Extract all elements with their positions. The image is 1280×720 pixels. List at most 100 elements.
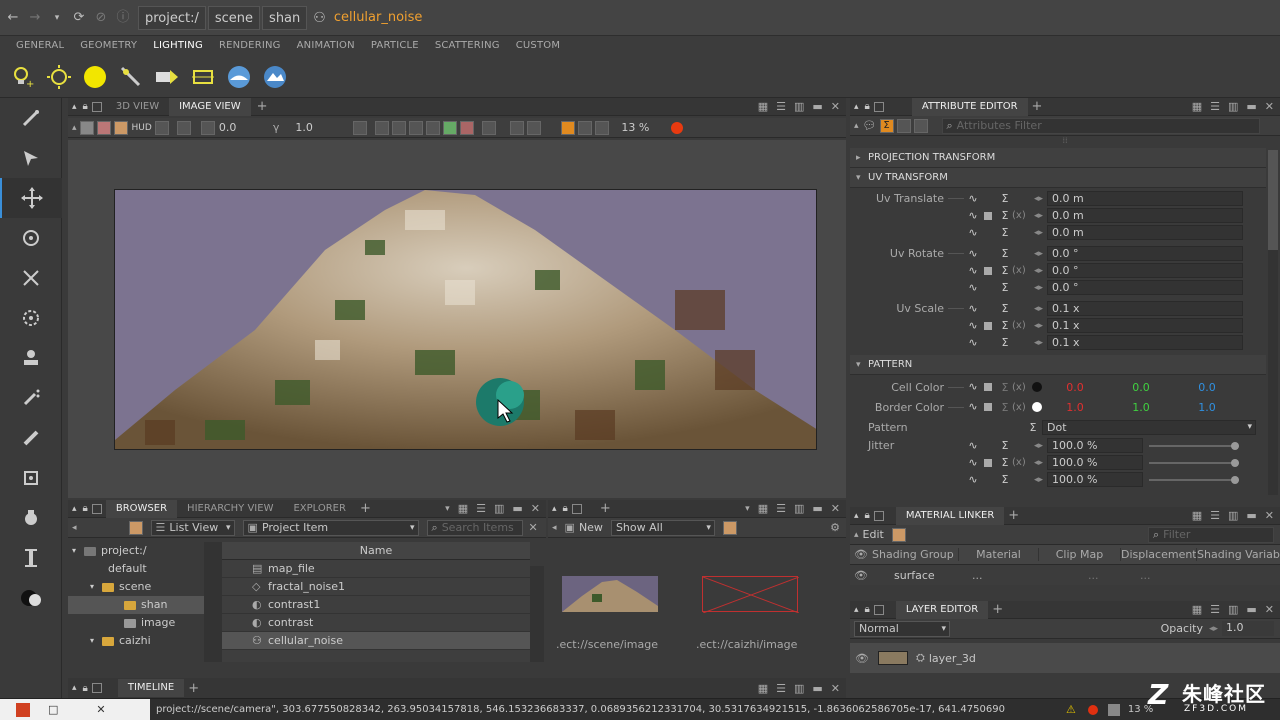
maximize-icon[interactable]: ▬	[1246, 509, 1256, 522]
cell-color-r[interactable]: 0.0	[1042, 381, 1108, 394]
shader-ball-tool-icon[interactable]	[0, 578, 62, 618]
layer-row[interactable]: 👁︎ ⛭ layer_3d	[850, 643, 1280, 673]
select-tool-icon[interactable]	[0, 138, 62, 178]
camera-tool-icon[interactable]	[0, 498, 62, 538]
curve-icon[interactable]: ∿	[966, 319, 980, 333]
tab-explorer[interactable]: EXPLORER	[283, 500, 356, 518]
sigma-icon[interactable]: Σ	[998, 226, 1012, 239]
back-icon[interactable]: ◂	[552, 523, 557, 533]
layout-rows-icon[interactable]: ☰	[776, 682, 786, 695]
curve-icon[interactable]: ∿	[966, 192, 980, 206]
layout-rows-icon[interactable]: ☰	[1210, 100, 1220, 113]
tree-item-caizhi[interactable]: ▾ caizhi	[68, 632, 204, 650]
close-panel-icon[interactable]: ✕	[1265, 603, 1274, 616]
record-icon[interactable]	[671, 121, 684, 134]
layout-cols-icon[interactable]: ▥	[494, 502, 504, 515]
point-light-icon[interactable]: +	[10, 64, 36, 90]
jitter-x[interactable]: 100.0 %	[1047, 438, 1144, 453]
lock-icon[interactable]: 🔒︎	[83, 503, 88, 514]
curve-icon[interactable]: ∿	[966, 247, 980, 261]
cell-color-g[interactable]: 0.0	[1108, 381, 1174, 394]
lock-icon[interactable]: 🔒︎	[83, 101, 88, 112]
uv-rotate-x[interactable]: 0.0 °	[1047, 246, 1244, 261]
crop-tool-icon[interactable]	[0, 458, 62, 498]
list-item[interactable]: ▤ map_file	[222, 560, 530, 578]
section-projection-transform[interactable]: PROJECTION TRANSFORM	[850, 148, 1266, 168]
panel-menu-icon[interactable]	[571, 503, 582, 514]
tree-item-scene[interactable]: ▾ scene	[68, 578, 204, 596]
tab-layer-editor[interactable]: LAYER EDITOR	[895, 600, 989, 619]
sigma-icon[interactable]: Σ	[998, 319, 1012, 332]
sun-light-icon[interactable]	[46, 64, 72, 90]
layout-grid-icon[interactable]: ▦	[758, 100, 768, 113]
curve-icon[interactable]: ∿	[966, 264, 980, 278]
layout-grid-icon[interactable]: ▦	[758, 682, 768, 695]
key-icon[interactable]	[984, 321, 992, 330]
curve-icon[interactable]: ∿	[966, 209, 980, 223]
uv-rotate-z[interactable]: 0.0 °	[1047, 280, 1244, 295]
uv-scale-y[interactable]: 0.1 x	[1047, 318, 1244, 333]
jitter-z-slider[interactable]	[1149, 475, 1240, 484]
curve-icon[interactable]: ∿	[966, 439, 980, 453]
cell-color-swatch[interactable]	[1032, 382, 1042, 392]
collapse-icon[interactable]: ▴	[552, 504, 557, 514]
gamma-value[interactable]: 1.0	[295, 121, 335, 134]
layout-cols-icon[interactable]: ▥	[794, 100, 804, 113]
edit-menu[interactable]: Edit	[863, 528, 884, 541]
hud-toggle[interactable]: HUD	[132, 123, 152, 133]
list-item[interactable]: ◇ fractal_noise1	[222, 578, 530, 596]
pattern-select[interactable]: Dot ▾	[1042, 419, 1256, 435]
jitter-y[interactable]: 100.0 %	[1047, 455, 1144, 470]
drag-handle-icon[interactable]: ◂▸	[1034, 211, 1043, 221]
linker-options-icon[interactable]	[891, 527, 906, 542]
drag-handle-icon[interactable]: ◂▸	[1034, 228, 1043, 238]
thumbnail-scene-image[interactable]	[562, 576, 658, 612]
clip-map-slot[interactable]: ...	[1038, 569, 1120, 582]
lock-icon[interactable]: 🔒︎	[865, 101, 870, 112]
tree-item-default[interactable]: default	[68, 560, 204, 578]
maximize-icon[interactable]: ▬	[1246, 100, 1256, 113]
expression-toggle[interactable]: (x)	[1012, 402, 1030, 413]
tab-general[interactable]: GENERAL	[8, 36, 72, 56]
checker-icon[interactable]	[79, 120, 94, 135]
snapshot-icon[interactable]	[375, 120, 390, 135]
render-image[interactable]	[114, 189, 817, 450]
clear-search-icon[interactable]: ✕	[529, 521, 538, 534]
info-icon[interactable]: ⓘ	[114, 9, 132, 27]
drag-handle-icon[interactable]: ◂▸	[1034, 321, 1043, 331]
add-tab-icon[interactable]: +	[1008, 508, 1019, 523]
drag-handle-icon[interactable]: ◂▸	[1034, 475, 1043, 485]
uv-translate-y[interactable]: 0.0 m	[1047, 208, 1244, 223]
close-panel-icon[interactable]: ✕	[531, 502, 540, 515]
show-filter-select[interactable]: Show All ▾	[610, 519, 715, 536]
spray-tool-icon[interactable]	[0, 378, 62, 418]
thumbnail-mode-icon[interactable]	[722, 520, 737, 535]
uv-translate-x[interactable]: 0.0 m	[1047, 191, 1244, 206]
drag-handle-icon[interactable]: ◂▸	[1034, 283, 1043, 293]
stamp-tool-icon[interactable]	[0, 338, 62, 378]
tab-particle[interactable]: PARTICLE	[363, 36, 427, 56]
output-icon[interactable]	[482, 120, 497, 135]
layout-cols-icon[interactable]: ▥	[794, 682, 804, 695]
error-indicator-icon[interactable]	[1087, 704, 1098, 715]
restart-render-icon[interactable]	[595, 120, 610, 135]
collapse-icon[interactable]: ▴	[72, 683, 77, 693]
layer-icon[interactable]	[510, 120, 525, 135]
maximize-icon[interactable]: ▬	[512, 502, 522, 515]
curve-icon[interactable]: ∿	[966, 281, 980, 295]
opacity-field[interactable]: 1.0	[1222, 621, 1274, 636]
drag-handle-icon[interactable]: ◂▸	[1034, 304, 1043, 314]
curve-icon[interactable]: ∿	[966, 336, 980, 350]
pause-render-icon[interactable]	[578, 120, 593, 135]
frame-icon[interactable]	[154, 120, 169, 135]
background-icon[interactable]	[96, 120, 111, 135]
display-icon[interactable]	[176, 120, 191, 135]
expression-toggle[interactable]: (x)	[1012, 382, 1030, 393]
maximize-icon[interactable]: ▬	[812, 502, 822, 515]
aov-icon[interactable]	[426, 120, 441, 135]
tab-attribute-editor[interactable]: ATTRIBUTE EDITOR	[911, 97, 1028, 116]
border-color-r[interactable]: 1.0	[1042, 401, 1108, 414]
region-icon[interactable]	[353, 120, 368, 135]
thumbnail-missing-image[interactable]	[702, 576, 800, 614]
ruler-tool-icon[interactable]	[0, 538, 62, 578]
